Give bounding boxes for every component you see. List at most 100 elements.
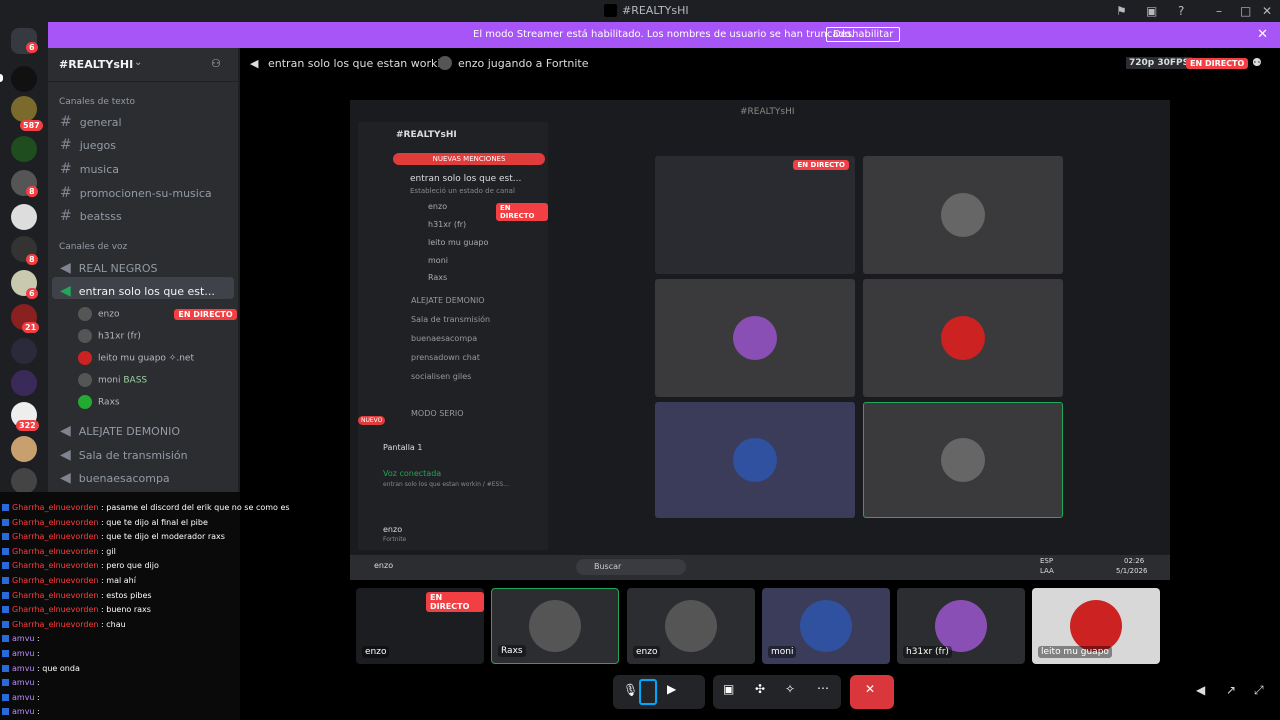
inbox-icon[interactable]: ▣ (1146, 4, 1157, 18)
channel-promocionen[interactable]: # promocionen-su-musica (60, 185, 212, 201)
avatar (78, 329, 92, 343)
share-channel-item: buenaesacompa (411, 334, 478, 343)
server-icon[interactable] (11, 468, 37, 494)
microphone-icon[interactable]: 🎙 (623, 683, 638, 697)
server-icon[interactable] (11, 96, 37, 122)
people-icon[interactable]: ⚉ (1252, 56, 1262, 69)
channel-general[interactable]: # general (60, 114, 122, 130)
server-badge: 21 (22, 322, 40, 333)
voice-category[interactable]: Canales de voz (59, 242, 127, 252)
participant-tile[interactable]: h31xr (fr) (897, 588, 1025, 664)
voice-channel-active[interactable]: ◀ entran solo los que est... (52, 277, 234, 299)
chat-line: Gharrha_elnuevorden : pero que dijo (2, 561, 159, 570)
channel-juegos[interactable]: # juegos (60, 137, 116, 153)
live-badge: EN DIRECTO (496, 203, 548, 221)
volume-icon[interactable]: ◀ (1196, 683, 1205, 697)
participant-name: h31xr (fr) (903, 646, 952, 658)
close-window-icon[interactable]: ✕ (1262, 4, 1272, 18)
chat-icon (2, 533, 9, 541)
taskbar-search[interactable]: Buscar (576, 559, 686, 575)
server-icon[interactable] (11, 338, 37, 364)
taskbar-time: 02:26 (1124, 557, 1145, 565)
chat-line: Gharrha_elnuevorden : chau (2, 620, 126, 629)
flag-icon[interactable]: ⚑ (1116, 4, 1127, 18)
mic-options-button[interactable] (639, 679, 657, 705)
participant-tile[interactable]: Raxs (491, 588, 619, 664)
live-badge: EN DIRECTO (426, 592, 484, 612)
share-channel: entran solo los que est... (410, 174, 522, 184)
server-icon[interactable] (11, 66, 37, 92)
chat-message: pero que dijo (106, 561, 159, 571)
chat-separator: : (34, 649, 40, 658)
minimize-icon[interactable]: – (1216, 4, 1222, 18)
chat-separator: : (34, 707, 40, 717)
share-server-name: #REALTYsHI (396, 130, 457, 140)
avatar (78, 307, 92, 321)
help-icon[interactable]: ? (1178, 4, 1184, 18)
chat-message: gil (106, 546, 116, 556)
chat-icon (2, 577, 9, 584)
activities-icon[interactable]: ✣ (755, 682, 765, 696)
chat-icon (2, 547, 9, 555)
banner-message: El modo Streamer está habilitado. Los no… (473, 29, 854, 40)
server-header[interactable]: #REALTYsHI ⌄ ⚇ (48, 48, 238, 82)
chat-line: amvu : que onda (2, 664, 80, 673)
fullscreen-icon[interactable]: ⤢ (1254, 683, 1264, 698)
avatar (665, 600, 717, 652)
window-title: #REALTYsHI (622, 4, 689, 17)
server-icon[interactable] (11, 436, 37, 462)
voice-channel[interactable]: ◀ ALEJATE DEMONIO (60, 423, 180, 439)
more-icon[interactable]: ⋯ (817, 681, 829, 695)
hash-icon: # (60, 208, 72, 224)
share-user: enzo (428, 202, 448, 211)
voice-user[interactable]: Raxs (78, 395, 120, 409)
participant-tile[interactable]: enzo (627, 588, 755, 664)
avatar (941, 193, 985, 237)
share-channel-item: ALEJATE DEMONIO (411, 296, 485, 305)
voice-user[interactable]: moni BASS (78, 373, 147, 387)
channel-sidebar: #REALTYsHI ⌄ ⚇ Canales de texto # general… (48, 48, 238, 492)
channel-beatsss[interactable]: # beatsss (60, 208, 122, 224)
participant-tile[interactable]: EN DIRECTO enzo (356, 588, 484, 664)
stream-activity: enzo jugando a Fortnite (458, 57, 589, 70)
chat-separator: : (34, 692, 40, 702)
share-channel-item: socialisen giles (411, 372, 472, 381)
mentions-pill[interactable]: NUEVAS MENCIONES (393, 153, 545, 165)
share-taskbar: enzo Buscar ESP LAA 02:26 5/1/2026 (350, 555, 1170, 580)
chat-message: que onda (42, 663, 80, 673)
stream-label: Pantalla 1 (383, 443, 423, 452)
stream-header: ◀ entran solo los que estan workin enzo … (240, 48, 1280, 80)
streamer-mode-banner: El modo Streamer está habilitado. Los no… (48, 22, 1280, 48)
chat-line: Gharrha_elnuevorden : gil (2, 547, 116, 556)
chat-message: mal ahí (106, 576, 136, 585)
server-icon[interactable] (11, 204, 37, 230)
voice-channel[interactable]: ◀ Sala de transmisión (60, 447, 188, 463)
popout-icon[interactable]: ↗ (1226, 683, 1236, 697)
voice-channel[interactable]: ◀ buenaesacompa (60, 470, 170, 486)
voice-channel[interactable]: ◀ REAL NEGROS (60, 260, 158, 276)
participant-name: enzo (362, 646, 390, 658)
text-category[interactable]: Canales de texto (59, 97, 135, 107)
chat-message: que te dijo el moderador raxs (106, 532, 225, 542)
voice-user[interactable]: enzo EN DIRECTO (78, 307, 237, 321)
disconnect-button[interactable]: ✕ (850, 675, 894, 709)
channel-musica[interactable]: # musica (60, 161, 119, 177)
avatar (78, 373, 92, 387)
close-banner-icon[interactable]: ✕ (1257, 27, 1268, 42)
server-badge: 322 (16, 420, 39, 431)
participant-tile[interactable]: moni (762, 588, 890, 664)
server-icon[interactable] (11, 136, 37, 162)
voice-sub: entran solo los que estan workin / #ESS.… (383, 481, 509, 488)
screen-share-icon[interactable]: ▣ (723, 682, 734, 696)
camera-off-icon[interactable]: ▶ (667, 682, 676, 696)
chat-line: Gharrha_elnuevorden : bueno raxs (2, 605, 151, 614)
voice-user[interactable]: leito mu guapo ✧.net (78, 351, 194, 365)
voice-user[interactable]: h31xr (fr) (78, 329, 141, 343)
participant-tile[interactable]: leito mu guapo (1032, 588, 1160, 664)
disable-streamer-button[interactable]: Deshabilitar (826, 27, 901, 42)
chat-line: amvu : (2, 707, 40, 716)
server-icon[interactable] (11, 370, 37, 396)
maximize-icon[interactable]: □ (1240, 4, 1251, 18)
add-member-icon[interactable]: ⚇ (211, 57, 221, 70)
soundboard-icon[interactable]: ✧ (785, 682, 795, 696)
